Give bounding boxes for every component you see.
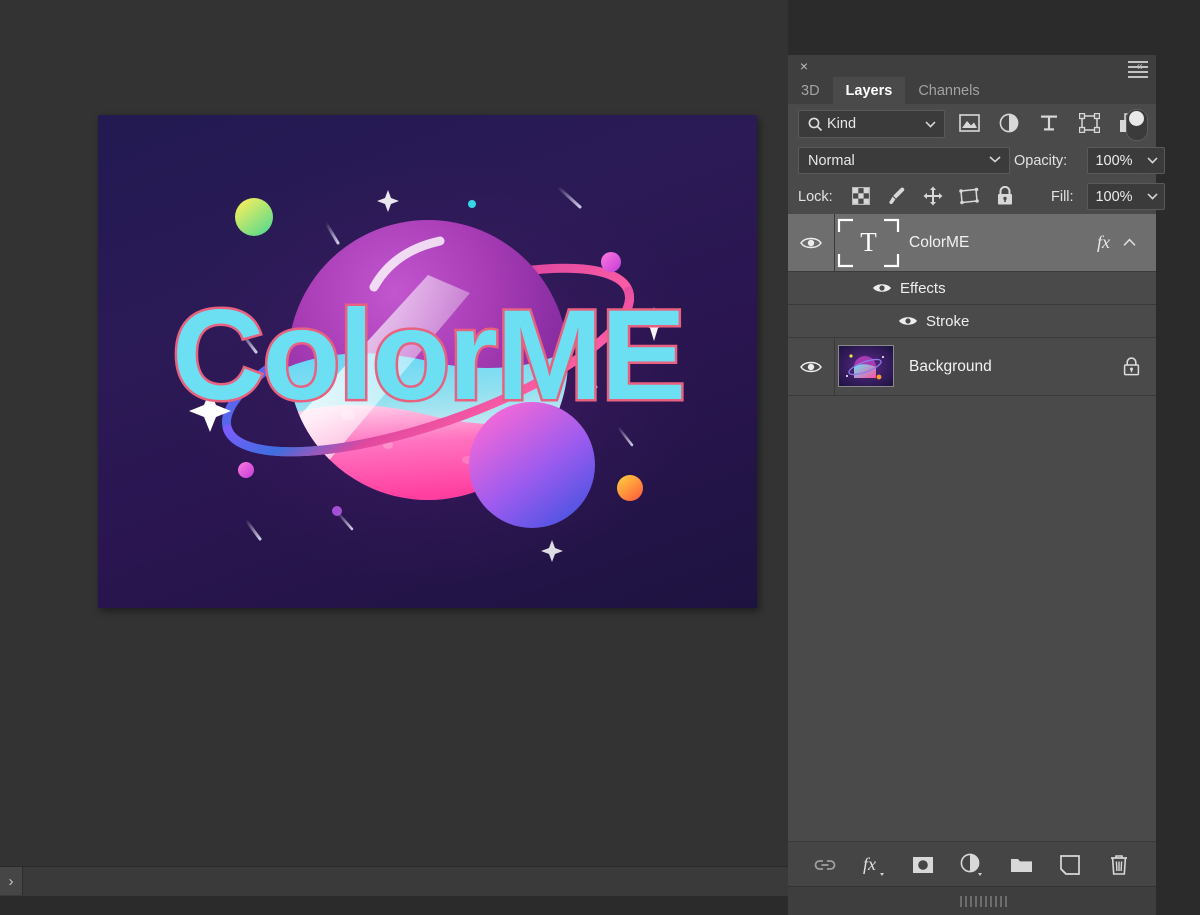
link-layers-button[interactable] <box>812 852 838 878</box>
star-dot-cyan <box>468 200 476 208</box>
eye-icon <box>873 284 891 292</box>
moon-orange <box>617 475 643 501</box>
close-icon[interactable]: × <box>796 58 812 74</box>
layer-name[interactable]: ColorME <box>909 214 969 271</box>
layer-fx-badge[interactable]: fx <box>1097 214 1110 271</box>
lock-position-icon[interactable] <box>920 183 945 208</box>
fill-dropdown-icon[interactable] <box>1140 183 1165 210</box>
filter-adjustment-layers-icon[interactable] <box>996 110 1022 136</box>
layer-thumbnail-text[interactable]: T <box>837 218 900 268</box>
layer-visibility-toggle[interactable] <box>788 214 835 271</box>
new-group-button[interactable] <box>1008 852 1034 878</box>
layers-panel: × « 3D Layers Channels <box>788 0 1200 915</box>
lock-label: Lock: <box>798 189 833 205</box>
svg-text:fx: fx <box>863 854 876 874</box>
document-status-strip <box>0 866 788 896</box>
blend-opacity-row: Normal Opacity: 100% <box>788 142 1165 179</box>
list-item[interactable]: Effects <box>788 272 1156 305</box>
photoshop-window: ColorME › × « 3D Layers Channels <box>0 0 1200 915</box>
adjustment-layer-button[interactable] <box>959 852 985 878</box>
moon-pink-tiny <box>238 462 254 478</box>
table-row[interactable]: Background <box>788 338 1156 396</box>
filter-type-layers-icon[interactable] <box>1036 110 1062 136</box>
blend-mode-value: Normal <box>808 152 855 169</box>
lock-image-pixels-icon[interactable] <box>884 183 909 208</box>
layer-filter-row: Kind <box>788 104 1156 143</box>
toggle-knob <box>1129 111 1144 126</box>
eye-icon <box>800 361 822 372</box>
tab-layers[interactable]: Layers <box>832 77 906 104</box>
eye-icon <box>899 317 917 325</box>
half-circle-icon <box>960 853 982 876</box>
filter-toggle-switch[interactable] <box>1126 109 1148 141</box>
trash-icon <box>1111 854 1127 875</box>
expand-panel-button[interactable]: › <box>0 867 23 895</box>
folder-icon <box>1010 858 1032 872</box>
layers-panel-toolbar: fx <box>788 841 1156 887</box>
layers-list[interactable]: T ColorME fx Effects Stroke Background <box>788 214 1156 841</box>
lock-transparent-pixels-icon[interactable] <box>848 183 873 208</box>
new-layer-icon <box>1060 854 1080 875</box>
filter-pixel-layers-icon[interactable] <box>956 110 982 136</box>
opacity-dropdown-icon[interactable] <box>1140 147 1165 174</box>
document-area: ColorME › <box>0 0 788 896</box>
delete-layer-button[interactable] <box>1106 852 1132 878</box>
lock-icon <box>1123 357 1140 376</box>
panel-menu-icon[interactable] <box>1128 61 1148 78</box>
canvas-wrapper: ColorME <box>98 115 757 608</box>
layer-style-button[interactable]: fx <box>861 852 887 878</box>
chevron-down-icon <box>925 119 936 131</box>
table-row[interactable]: T ColorME fx <box>788 214 1156 272</box>
effects-label: Effects <box>900 279 946 297</box>
blend-mode-select[interactable]: Normal <box>798 147 1010 174</box>
list-item[interactable]: Stroke <box>788 305 1156 338</box>
filter-kind-label: Kind <box>827 116 857 132</box>
filter-type-icons <box>956 110 1142 136</box>
stroke-label: Stroke <box>926 312 970 330</box>
layer-visibility-toggle[interactable] <box>788 338 835 395</box>
link-icon <box>814 859 836 870</box>
lock-artboard-nesting-icon[interactable] <box>956 183 981 208</box>
lock-all-icon[interactable] <box>992 183 1017 208</box>
panel-title-bar: × « <box>788 55 1156 77</box>
filter-shape-layers-icon[interactable] <box>1076 110 1102 136</box>
layer-name[interactable]: Background <box>909 338 992 395</box>
tab-channels[interactable]: Channels <box>905 77 993 104</box>
eye-icon <box>800 237 822 248</box>
chevron-down-icon <box>989 154 1001 166</box>
filter-kind-select[interactable]: Kind <box>798 110 945 138</box>
layer-mask-button[interactable] <box>910 852 936 878</box>
fill-label: Fill: <box>1051 189 1074 205</box>
lock-fill-row: Lock: Fill: 100% <box>788 178 1165 215</box>
tab-3d[interactable]: 3D <box>788 77 833 104</box>
moon-pink-small <box>601 252 621 272</box>
mask-icon <box>913 856 933 873</box>
opacity-label: Opacity: <box>1014 153 1068 169</box>
layer-thumbnail-image[interactable] <box>838 345 894 387</box>
layers-panel-body: × « 3D Layers Channels <box>788 55 1165 915</box>
layer-lock-indicator[interactable] <box>1123 338 1140 395</box>
fx-icon: fx <box>863 854 884 876</box>
panel-resize-grip[interactable] <box>960 894 1020 907</box>
artwork-text: ColorME <box>172 284 684 427</box>
artwork-svg: ColorME <box>169 185 689 562</box>
layer-effects-chevron-icon[interactable] <box>1123 214 1136 271</box>
lock-icons <box>848 183 1017 208</box>
new-layer-button[interactable] <box>1057 852 1083 878</box>
opacity-input[interactable]: 100% <box>1087 147 1141 174</box>
svg-text:T: T <box>860 227 877 257</box>
artboard-canvas[interactable]: ColorME <box>98 115 757 608</box>
stroke-visibility-toggle[interactable] <box>898 305 918 337</box>
moon-yellow <box>235 198 273 236</box>
fill-input[interactable]: 100% <box>1087 183 1141 210</box>
panel-tabs: 3D Layers Channels <box>788 77 1156 104</box>
search-icon <box>807 116 824 138</box>
effects-visibility-toggle[interactable] <box>872 272 892 304</box>
